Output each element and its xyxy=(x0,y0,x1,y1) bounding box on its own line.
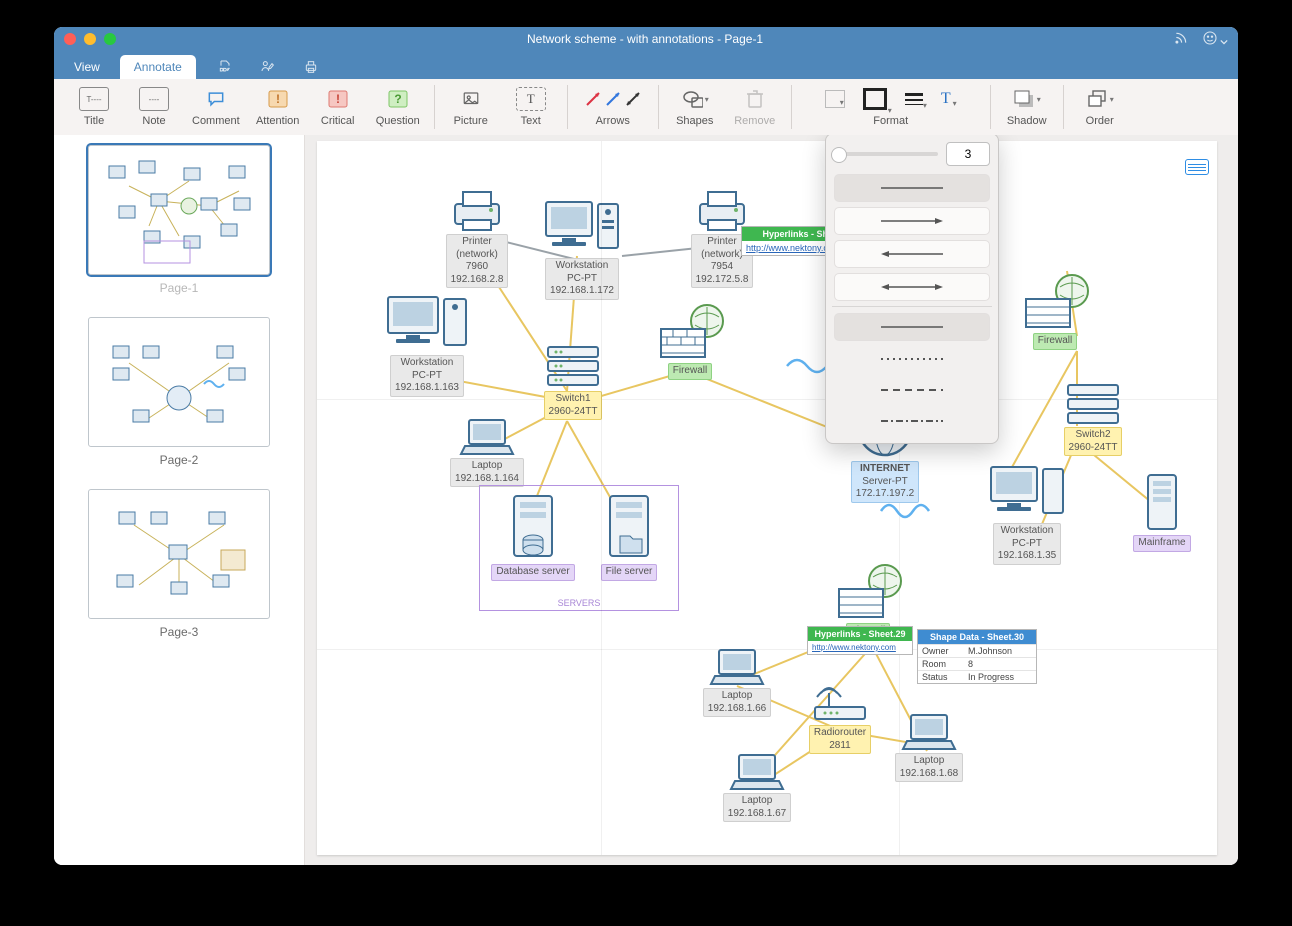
line-width-slider[interactable] xyxy=(834,152,938,156)
thumbnail-page-3[interactable] xyxy=(88,489,270,619)
shapes-tool[interactable]: ▾Shapes xyxy=(665,85,725,129)
arrows-tool[interactable]: Arrows xyxy=(574,85,652,129)
thumbnail-page-1[interactable] xyxy=(88,145,270,275)
window-title: Network scheme - with annotations - Page… xyxy=(116,32,1174,46)
critical-tool[interactable]: !Critical xyxy=(308,85,368,129)
tab-view[interactable]: View xyxy=(60,55,114,79)
node-firewall-2[interactable]: Firewall xyxy=(1012,271,1098,350)
node-workstation-3[interactable]: WorkstationPC-PT192.168.1.35 xyxy=(977,461,1077,565)
node-laptop-3[interactable]: Laptop192.168.1.67 xyxy=(717,751,797,822)
node-db-server[interactable]: Database server xyxy=(488,492,578,581)
tab-annotate[interactable]: Annotate xyxy=(120,55,196,79)
shadow-tool[interactable]: ▾Shadow xyxy=(997,85,1057,129)
app-window: Network scheme - with annotations - Page… xyxy=(54,27,1238,865)
fill-color-button[interactable]: ▾ xyxy=(825,90,845,108)
rss-icon[interactable] xyxy=(1174,31,1188,48)
line-width-input[interactable] xyxy=(946,142,990,166)
mode-tabs: View Annotate xyxy=(54,51,1238,79)
node-laptop-4[interactable]: Laptop192.168.1.68 xyxy=(889,711,969,782)
minimize-window-button[interactable] xyxy=(84,33,96,45)
node-firewall-1[interactable]: Firewall xyxy=(647,301,733,380)
shapedata-annotation[interactable]: Shape Data - Sheet.30 OwnerM.Johnson Roo… xyxy=(917,629,1037,684)
arrow-style-none[interactable] xyxy=(834,174,990,202)
node-file-server[interactable]: File server xyxy=(588,492,670,581)
node-workstation-2[interactable]: WorkstationPC-PT192.168.1.163 xyxy=(372,291,482,397)
attention-tool[interactable]: !Attention xyxy=(248,85,308,129)
export-pdf-icon[interactable] xyxy=(216,59,234,79)
window-controls xyxy=(64,33,116,45)
page-flag-icon[interactable] xyxy=(1185,159,1209,175)
format-group: ▾ ▾ ▾ T▾ Format xyxy=(798,85,984,129)
question-tool[interactable]: ?Question xyxy=(368,85,428,129)
canvas[interactable]: Printer(network)7960192.168.2.8 Workstat… xyxy=(305,135,1238,865)
node-radiorouter[interactable]: Radiorouter2811 xyxy=(795,681,885,754)
text-tool[interactable]: TText xyxy=(501,85,561,129)
node-switch-2[interactable]: Switch22960-24TT xyxy=(1057,381,1129,456)
text-color-button[interactable]: T▾ xyxy=(941,90,957,108)
line-style-button[interactable]: ▾ xyxy=(905,93,923,105)
node-laptop-1[interactable]: Laptop192.168.1.164 xyxy=(447,416,527,487)
dash-style-dotted[interactable] xyxy=(834,346,990,372)
note-tool[interactable]: ----Note xyxy=(124,85,184,129)
thumbnail-label: Page-1 xyxy=(68,281,290,295)
stroke-color-button[interactable]: ▾ xyxy=(863,88,887,110)
thumbnail-label: Page-2 xyxy=(68,453,290,467)
thumbnail-label: Page-3 xyxy=(68,625,290,639)
node-laptop-2[interactable]: Laptop192.168.1.66 xyxy=(697,646,777,717)
svg-text:!: ! xyxy=(276,92,280,106)
picture-tool[interactable]: Picture xyxy=(441,85,501,129)
svg-text:?: ? xyxy=(394,92,401,106)
node-printer-1[interactable]: Printer(network)7960192.168.2.8 xyxy=(432,186,522,288)
hyperlink-annotation-2[interactable]: Hyperlinks - Sheet.29 http://www.nektony… xyxy=(807,626,913,655)
line-style-popover xyxy=(825,135,999,444)
close-window-button[interactable] xyxy=(64,33,76,45)
node-mainframe[interactable]: Mainframe xyxy=(1127,471,1197,552)
svg-text:!: ! xyxy=(336,92,340,106)
order-tool[interactable]: ▾Order xyxy=(1070,85,1130,129)
dash-style-dashed[interactable] xyxy=(834,377,990,403)
node-workstation-1[interactable]: WorkstationPC-PT192.168.1.172 xyxy=(532,196,632,300)
zoom-window-button[interactable] xyxy=(104,33,116,45)
thumbnail-page-2[interactable] xyxy=(88,317,270,447)
titlebar: Network scheme - with annotations - Page… xyxy=(54,27,1238,51)
comment-tool[interactable]: Comment xyxy=(184,85,248,129)
title-tool[interactable]: T----Title xyxy=(64,85,124,129)
servers-group[interactable]: Database server File server SERVERS xyxy=(479,485,679,611)
arrow-style-right[interactable] xyxy=(834,207,990,235)
arrow-style-left[interactable] xyxy=(834,240,990,268)
feedback-icon[interactable] xyxy=(1202,30,1228,49)
export-person-icon[interactable] xyxy=(258,59,278,79)
page-thumbnails-sidebar: Page-1 Page-2 xyxy=(54,135,305,865)
annotation-toolbar: T----Title ----Note Comment !Attention !… xyxy=(54,79,1238,136)
print-icon[interactable] xyxy=(302,59,320,79)
dash-style-dashdot[interactable] xyxy=(834,408,990,434)
remove-tool: Remove xyxy=(725,85,785,129)
diagram-page[interactable]: Printer(network)7960192.168.2.8 Workstat… xyxy=(317,141,1217,855)
arrow-style-both[interactable] xyxy=(834,273,990,301)
node-switch-1[interactable]: Switch12960-24TT xyxy=(537,341,609,420)
dash-style-solid[interactable] xyxy=(834,313,990,341)
